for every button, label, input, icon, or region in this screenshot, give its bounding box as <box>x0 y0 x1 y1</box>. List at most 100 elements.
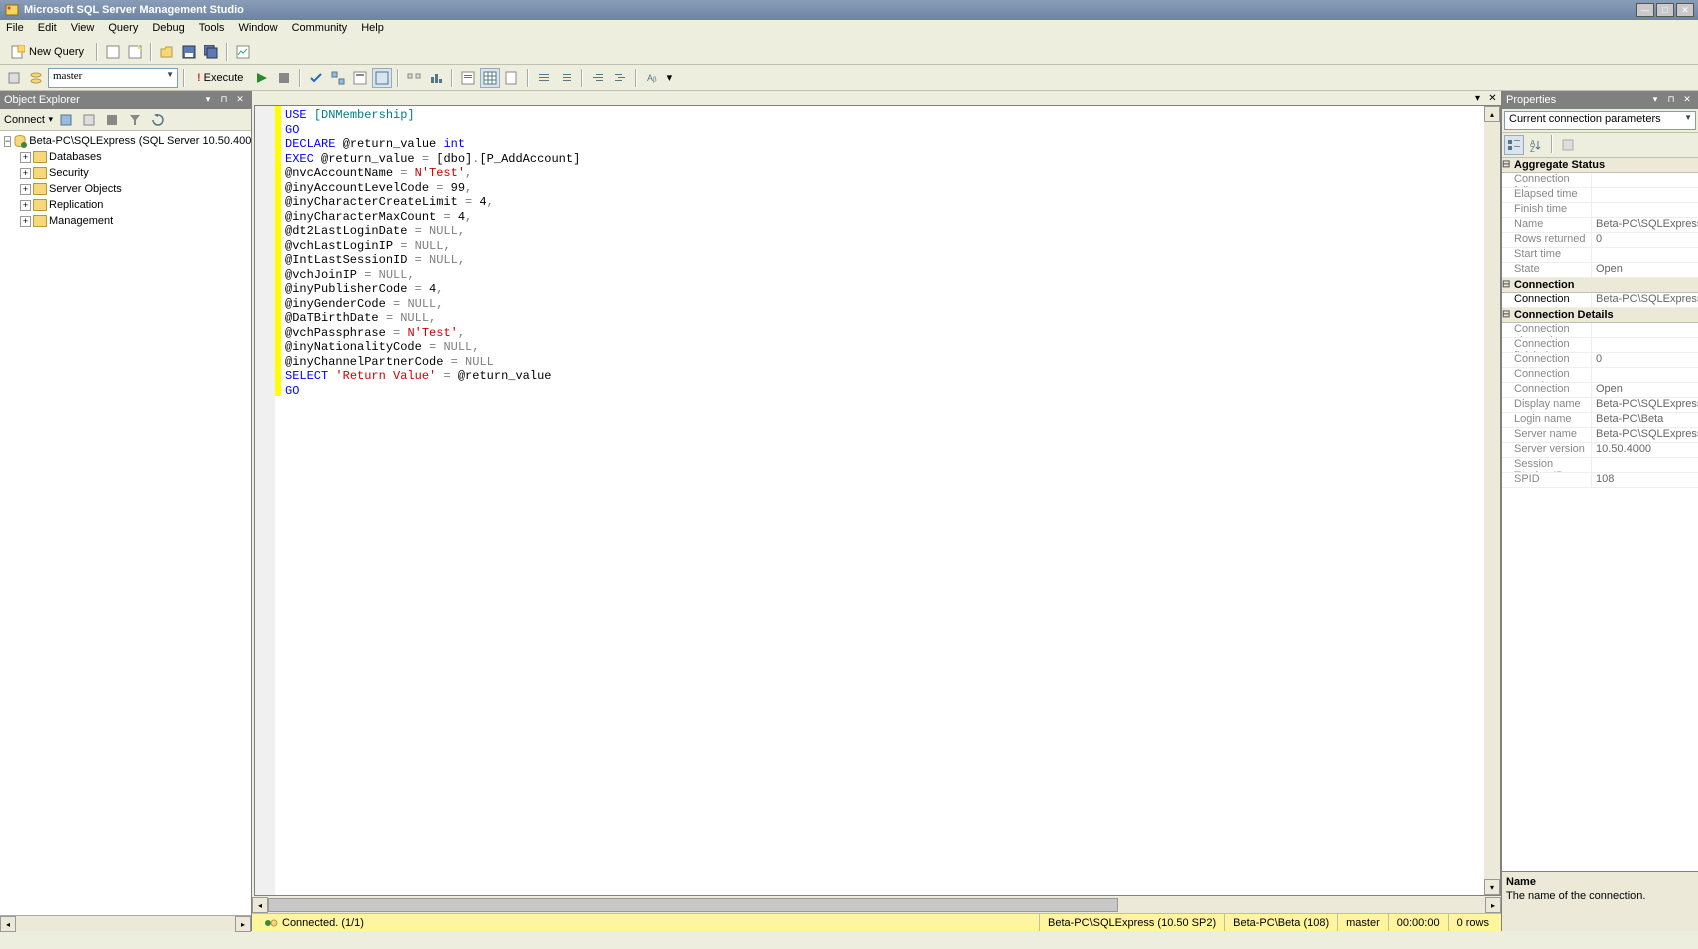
prop-row[interactable]: Rows returned0 <box>1502 233 1698 248</box>
increase-indent-button[interactable] <box>610 68 630 88</box>
prop-row[interactable]: SPID108 <box>1502 473 1698 488</box>
scroll-right-button[interactable]: ▸ <box>235 916 251 932</box>
prop-row[interactable]: Connection stateOpen <box>1502 383 1698 398</box>
execute-button[interactable]: ! Execute <box>190 69 250 87</box>
panel-pin-button[interactable]: ⊓ <box>1664 94 1678 106</box>
tree-node-management[interactable]: +Management <box>2 213 249 229</box>
connect-button[interactable]: Connect <box>4 114 53 126</box>
oe-stop-button[interactable] <box>102 110 122 130</box>
scroll-left-button[interactable]: ◂ <box>0 916 16 932</box>
toolbar-options-button[interactable]: ▾ <box>664 68 674 88</box>
prop-row[interactable]: NameBeta-PC\SQLExpress <box>1502 218 1698 233</box>
tree-node-security[interactable]: +Security <box>2 165 249 181</box>
panel-close-button[interactable]: ✕ <box>1680 94 1694 106</box>
change-connection-button[interactable] <box>4 68 24 88</box>
vertical-scrollbar[interactable]: ▴ ▾ <box>1484 106 1500 895</box>
alphabetical-button[interactable]: AZ <box>1526 135 1546 155</box>
prop-row[interactable]: StateOpen <box>1502 263 1698 278</box>
maximize-button[interactable]: □ <box>1656 3 1674 17</box>
results-text-button[interactable] <box>458 68 478 88</box>
prop-row[interactable]: Connection finish ti <box>1502 338 1698 353</box>
property-pages-button[interactable] <box>1558 135 1578 155</box>
query-options-button[interactable] <box>350 68 370 88</box>
scroll-up-button[interactable]: ▴ <box>1484 106 1500 122</box>
uncomment-button[interactable] <box>556 68 576 88</box>
menu-query[interactable]: Query <box>108 22 138 37</box>
expander-icon[interactable]: + <box>20 168 31 179</box>
scroll-left-button[interactable]: ◂ <box>252 897 268 913</box>
panel-dropdown-button[interactable]: ▾ <box>201 94 215 106</box>
prop-row[interactable]: Connection start tin <box>1502 368 1698 383</box>
prop-row[interactable]: Finish time <box>1502 203 1698 218</box>
oe-scrollbar[interactable]: ◂ ▸ <box>0 915 251 931</box>
menu-tools[interactable]: Tools <box>199 22 225 37</box>
activity-monitor-button[interactable] <box>233 42 253 62</box>
panel-dropdown-button[interactable]: ▾ <box>1648 94 1662 106</box>
open-button[interactable] <box>157 42 177 62</box>
expander-icon[interactable]: + <box>20 184 31 195</box>
intellisense-button[interactable] <box>372 68 392 88</box>
display-plan-button[interactable] <box>328 68 348 88</box>
include-stats-button[interactable] <box>426 68 446 88</box>
specify-template-button[interactable]: Aᵦ <box>642 68 662 88</box>
menu-edit[interactable]: Edit <box>38 22 57 37</box>
menu-window[interactable]: Window <box>238 22 277 37</box>
scroll-down-button[interactable]: ▾ <box>1484 879 1500 895</box>
menu-help[interactable]: Help <box>361 22 384 37</box>
tree-node-replication[interactable]: +Replication <box>2 197 249 213</box>
oe-disconnect-button[interactable] <box>79 110 99 130</box>
new-query-button[interactable]: New Query <box>4 42 91 62</box>
comment-button[interactable] <box>534 68 554 88</box>
prop-category[interactable]: Connection Details <box>1502 308 1698 323</box>
new-button[interactable] <box>125 42 145 62</box>
results-file-button[interactable] <box>502 68 522 88</box>
prop-row[interactable]: Connection nameBeta-PC\SQLExpress (Be <box>1502 293 1698 308</box>
prop-row[interactable]: Login nameBeta-PC\Beta <box>1502 413 1698 428</box>
prop-row[interactable]: Server version10.50.4000 <box>1502 443 1698 458</box>
prop-row[interactable]: Connection elapsed <box>1502 323 1698 338</box>
save-button[interactable] <box>179 42 199 62</box>
database-combo[interactable]: master <box>48 68 178 88</box>
editor-close-button[interactable]: ✕ <box>1486 93 1499 104</box>
save-all-button[interactable] <box>201 42 221 62</box>
minimize-button[interactable]: — <box>1636 3 1654 17</box>
results-grid-button[interactable] <box>480 68 500 88</box>
available-databases-button[interactable] <box>26 68 46 88</box>
sql-editor[interactable]: USE [DNMembership] GO DECLARE @return_va… <box>281 106 1484 895</box>
tree-node-databases[interactable]: +Databases <box>2 149 249 165</box>
properties-grid[interactable]: Aggregate StatusConnection failuresElaps… <box>1502 158 1698 871</box>
prop-row[interactable]: Connection failures <box>1502 173 1698 188</box>
expander-icon[interactable]: + <box>20 216 31 227</box>
prop-row[interactable]: Elapsed time <box>1502 188 1698 203</box>
close-button[interactable]: ✕ <box>1676 3 1694 17</box>
parse-button[interactable] <box>306 68 326 88</box>
editor-dropdown-button[interactable]: ▾ <box>1471 93 1484 104</box>
oe-filter-button[interactable] <box>125 110 145 130</box>
menu-view[interactable]: View <box>71 22 95 37</box>
oe-connect-icon[interactable] <box>56 110 76 130</box>
menu-debug[interactable]: Debug <box>152 22 184 37</box>
horizontal-scrollbar[interactable]: ◂ ▸ <box>252 897 1501 913</box>
menu-file[interactable]: File <box>6 22 24 37</box>
decrease-indent-button[interactable] <box>588 68 608 88</box>
menu-community[interactable]: Community <box>292 22 348 37</box>
categorized-button[interactable] <box>1504 135 1524 155</box>
new-project-button[interactable] <box>103 42 123 62</box>
prop-row[interactable]: Connection rows re0 <box>1502 353 1698 368</box>
prop-category[interactable]: Aggregate Status <box>1502 158 1698 173</box>
panel-close-button[interactable]: ✕ <box>233 94 247 106</box>
prop-row[interactable]: Start time <box>1502 248 1698 263</box>
tree-node-server[interactable]: − Beta-PC\SQLExpress (SQL Server 10.50.4… <box>2 133 249 149</box>
oe-refresh-button[interactable] <box>148 110 168 130</box>
scroll-right-button[interactable]: ▸ <box>1485 897 1501 913</box>
object-explorer-tree[interactable]: − Beta-PC\SQLExpress (SQL Server 10.50.4… <box>0 131 251 915</box>
expander-icon[interactable]: + <box>20 152 31 163</box>
tree-node-server-objects[interactable]: +Server Objects <box>2 181 249 197</box>
expander-icon[interactable]: − <box>4 136 11 147</box>
include-plan-button[interactable] <box>404 68 424 88</box>
prop-row[interactable]: Session Tracing ID <box>1502 458 1698 473</box>
prop-category[interactable]: Connection <box>1502 278 1698 293</box>
expander-icon[interactable]: + <box>20 200 31 211</box>
prop-row[interactable]: Server nameBeta-PC\SQLExpress <box>1502 428 1698 443</box>
prop-row[interactable]: Display nameBeta-PC\SQLExpress <box>1502 398 1698 413</box>
